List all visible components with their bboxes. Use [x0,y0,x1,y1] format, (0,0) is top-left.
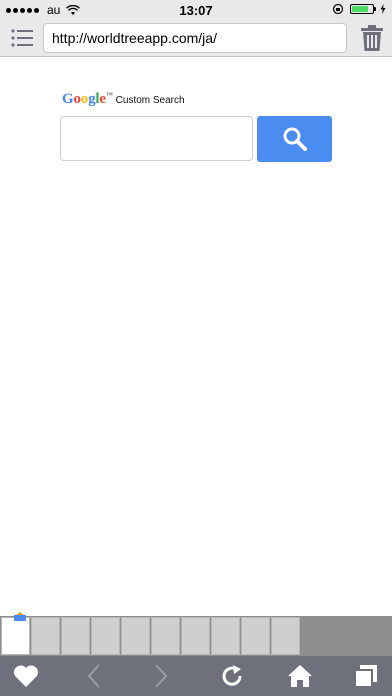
bottom-toolbar [0,656,392,696]
search-input[interactable] [60,116,253,161]
tab-thumbnail[interactable] [151,617,180,655]
trash-icon[interactable] [360,24,384,52]
tab-thumbnail[interactable] [181,617,210,655]
tab-strip [0,612,392,656]
custom-search-label: Custom Search [115,95,185,106]
battery-icon [350,4,376,14]
tab-favicon [14,612,26,621]
tab-thumbnail[interactable] [211,617,240,655]
tab-thumbnail[interactable] [61,617,90,655]
tab-thumbnail[interactable] [31,617,60,655]
search-icon [283,127,307,151]
heart-icon[interactable] [12,662,40,690]
tab-thumbnail[interactable] [241,617,270,655]
web-content: Google™ Custom Search [0,57,392,617]
status-right [332,3,386,15]
charging-icon [380,4,386,14]
tab-thumbnail[interactable] [1,617,30,655]
google-custom-search-branding: Google™ Custom Search [62,91,185,108]
reload-icon[interactable] [218,662,246,690]
tab-thumbnail[interactable] [91,617,120,655]
list-icon[interactable] [10,26,34,50]
url-field[interactable]: http://worldtreeapp.com/ja/ [43,23,347,53]
orientation-lock-icon [332,3,344,15]
google-logo: Google™ [62,91,113,107]
tab-thumbnail[interactable] [271,617,300,655]
forward-arrow-icon[interactable] [147,662,175,690]
browser-toolbar: http://worldtreeapp.com/ja/ [0,20,392,57]
search-button[interactable] [257,116,332,162]
home-icon[interactable] [286,662,314,690]
status-bar: au 13:07 [0,0,392,20]
tab-thumbnail[interactable] [121,617,150,655]
tabs-icon[interactable] [352,662,380,690]
back-arrow-icon[interactable] [80,662,108,690]
